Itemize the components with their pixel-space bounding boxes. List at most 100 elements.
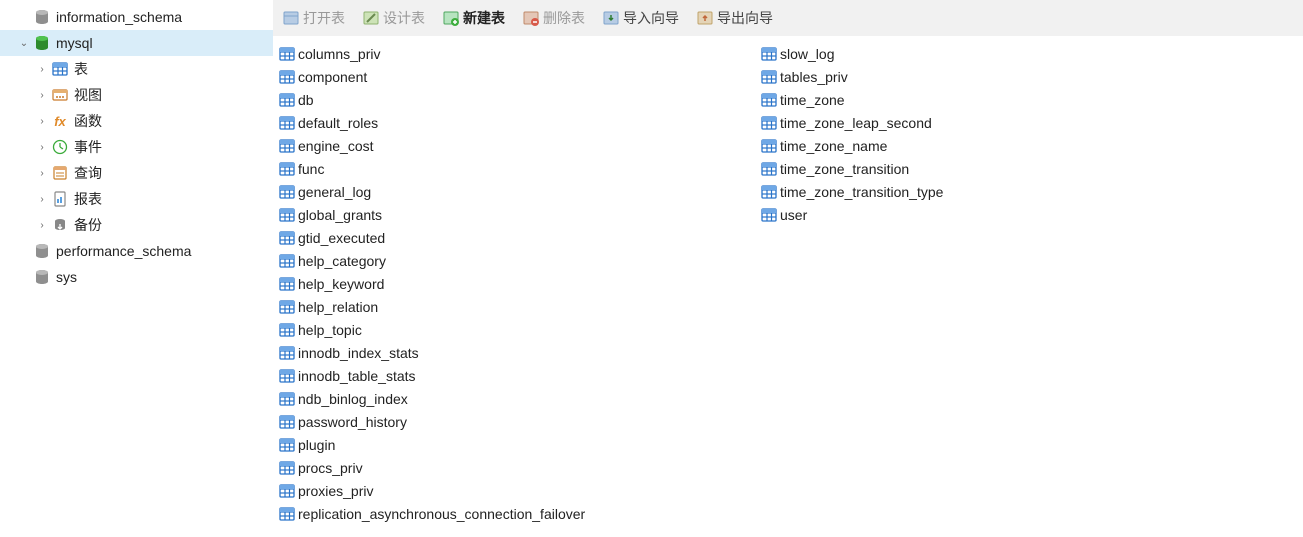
table-name: user xyxy=(780,207,807,223)
button-label: 导入向导 xyxy=(623,8,679,28)
table-item[interactable]: ndb_binlog_index xyxy=(277,387,759,410)
table-item[interactable]: help_keyword xyxy=(277,272,759,295)
fx-icon: fx xyxy=(51,112,69,130)
table-item[interactable]: innodb_table_stats xyxy=(277,364,759,387)
table-icon xyxy=(279,230,295,246)
db-node-mysql[interactable]: ⌄ mysql xyxy=(0,30,273,56)
new-table-icon xyxy=(443,10,459,26)
tree-node-views[interactable]: › 视图 xyxy=(0,82,273,108)
database-icon xyxy=(33,34,51,52)
database-icon xyxy=(33,268,51,286)
table-name: password_history xyxy=(298,414,407,430)
table-item[interactable]: general_log xyxy=(277,180,759,203)
table-icon xyxy=(279,437,295,453)
table-item[interactable]: help_category xyxy=(277,249,759,272)
table-item[interactable]: innodb_index_stats xyxy=(277,341,759,364)
table-item[interactable]: gtid_executed xyxy=(277,226,759,249)
export-wizard-button[interactable]: 导出向导 xyxy=(693,6,777,30)
db-node-sys[interactable]: sys xyxy=(0,264,273,290)
table-item[interactable]: password_history xyxy=(277,410,759,433)
table-item[interactable]: component xyxy=(277,65,759,88)
expand-arrow-icon: › xyxy=(36,142,48,153)
table-item[interactable]: time_zone xyxy=(759,88,1241,111)
table-item[interactable]: columns_priv xyxy=(277,42,759,65)
table-name: plugin xyxy=(298,437,335,453)
expand-arrow-icon: › xyxy=(36,90,48,101)
table-name: ndb_binlog_index xyxy=(298,391,408,407)
table-name: gtid_executed xyxy=(298,230,385,246)
view-icon xyxy=(51,86,69,104)
table-item[interactable]: help_relation xyxy=(277,295,759,318)
db-node-performance-schema[interactable]: performance_schema xyxy=(0,238,273,264)
table-icon xyxy=(279,368,295,384)
button-label: 打开表 xyxy=(303,8,345,28)
table-item[interactable]: default_roles xyxy=(277,111,759,134)
db-children-mysql: › 表 › 视图 › fx 函数 › 事件 › 查询 xyxy=(0,56,273,238)
table-name: engine_cost xyxy=(298,138,374,154)
export-icon xyxy=(697,10,713,26)
table-icon xyxy=(761,184,777,200)
tree-label: 查询 xyxy=(74,163,102,183)
table-icon xyxy=(279,69,295,85)
table-item[interactable]: slow_log xyxy=(759,42,1241,65)
table-name: procs_priv xyxy=(298,460,363,476)
table-icon xyxy=(279,138,295,154)
tree-node-backup[interactable]: › 备份 xyxy=(0,212,273,238)
db-node-information-schema[interactable]: information_schema xyxy=(0,4,273,30)
table-name: help_category xyxy=(298,253,386,269)
tree-node-events[interactable]: › 事件 xyxy=(0,134,273,160)
table-icon xyxy=(279,322,295,338)
clock-icon xyxy=(51,138,69,156)
table-name: innodb_index_stats xyxy=(298,345,419,361)
table-name: time_zone_leap_second xyxy=(780,115,932,131)
table-icon xyxy=(761,161,777,177)
table-name: innodb_table_stats xyxy=(298,368,416,384)
table-item[interactable]: engine_cost xyxy=(277,134,759,157)
delete-table-button[interactable]: 删除表 xyxy=(519,6,589,30)
table-columns: columns_privcomponentdbdefault_rolesengi… xyxy=(273,36,1303,537)
table-item[interactable]: user xyxy=(759,203,1241,226)
table-icon xyxy=(761,138,777,154)
tree-node-queries[interactable]: › 查询 xyxy=(0,160,273,186)
open-table-button[interactable]: 打开表 xyxy=(279,6,349,30)
sidebar: information_schema ⌄ mysql › 表 › 视图 › fx… xyxy=(0,0,273,537)
tree-node-tables[interactable]: › 表 xyxy=(0,56,273,82)
tree-node-reports[interactable]: › 报表 xyxy=(0,186,273,212)
database-icon xyxy=(33,8,51,26)
query-icon xyxy=(51,164,69,182)
import-wizard-button[interactable]: 导入向导 xyxy=(599,6,683,30)
table-icon xyxy=(279,207,295,223)
table-item[interactable]: help_topic xyxy=(277,318,759,341)
collapse-arrow-icon: ⌄ xyxy=(18,38,30,49)
new-table-button[interactable]: 新建表 xyxy=(439,6,509,30)
backup-icon xyxy=(51,216,69,234)
table-name: proxies_priv xyxy=(298,483,373,499)
table-item[interactable]: time_zone_transition xyxy=(759,157,1241,180)
table-item[interactable]: replication_asynchronous_connection_fail… xyxy=(277,502,759,525)
expand-arrow-icon: › xyxy=(36,220,48,231)
table-name: global_grants xyxy=(298,207,382,223)
table-name: time_zone_transition xyxy=(780,161,909,177)
design-table-button[interactable]: 设计表 xyxy=(359,6,429,30)
table-icon xyxy=(279,161,295,177)
table-item[interactable]: db xyxy=(277,88,759,111)
table-item[interactable]: global_grants xyxy=(277,203,759,226)
table-icon xyxy=(279,391,295,407)
table-item[interactable]: time_zone_transition_type xyxy=(759,180,1241,203)
table-icon xyxy=(761,207,777,223)
table-icon xyxy=(279,184,295,200)
table-item[interactable]: proxies_priv xyxy=(277,479,759,502)
table-item[interactable]: tables_priv xyxy=(759,65,1241,88)
table-item[interactable]: time_zone_name xyxy=(759,134,1241,157)
table-item[interactable]: procs_priv xyxy=(277,456,759,479)
table-icon xyxy=(279,460,295,476)
table-item[interactable]: plugin xyxy=(277,433,759,456)
table-item[interactable]: func xyxy=(277,157,759,180)
main-area: 打开表 设计表 新建表 删除表 导入向导 导出向导 xyxy=(273,0,1303,537)
table-item[interactable]: time_zone_leap_second xyxy=(759,111,1241,134)
toolbar: 打开表 设计表 新建表 删除表 导入向导 导出向导 xyxy=(273,0,1303,36)
table-name: time_zone xyxy=(780,92,845,108)
button-label: 新建表 xyxy=(463,8,505,28)
tree-node-functions[interactable]: › fx 函数 xyxy=(0,108,273,134)
table-icon xyxy=(279,253,295,269)
